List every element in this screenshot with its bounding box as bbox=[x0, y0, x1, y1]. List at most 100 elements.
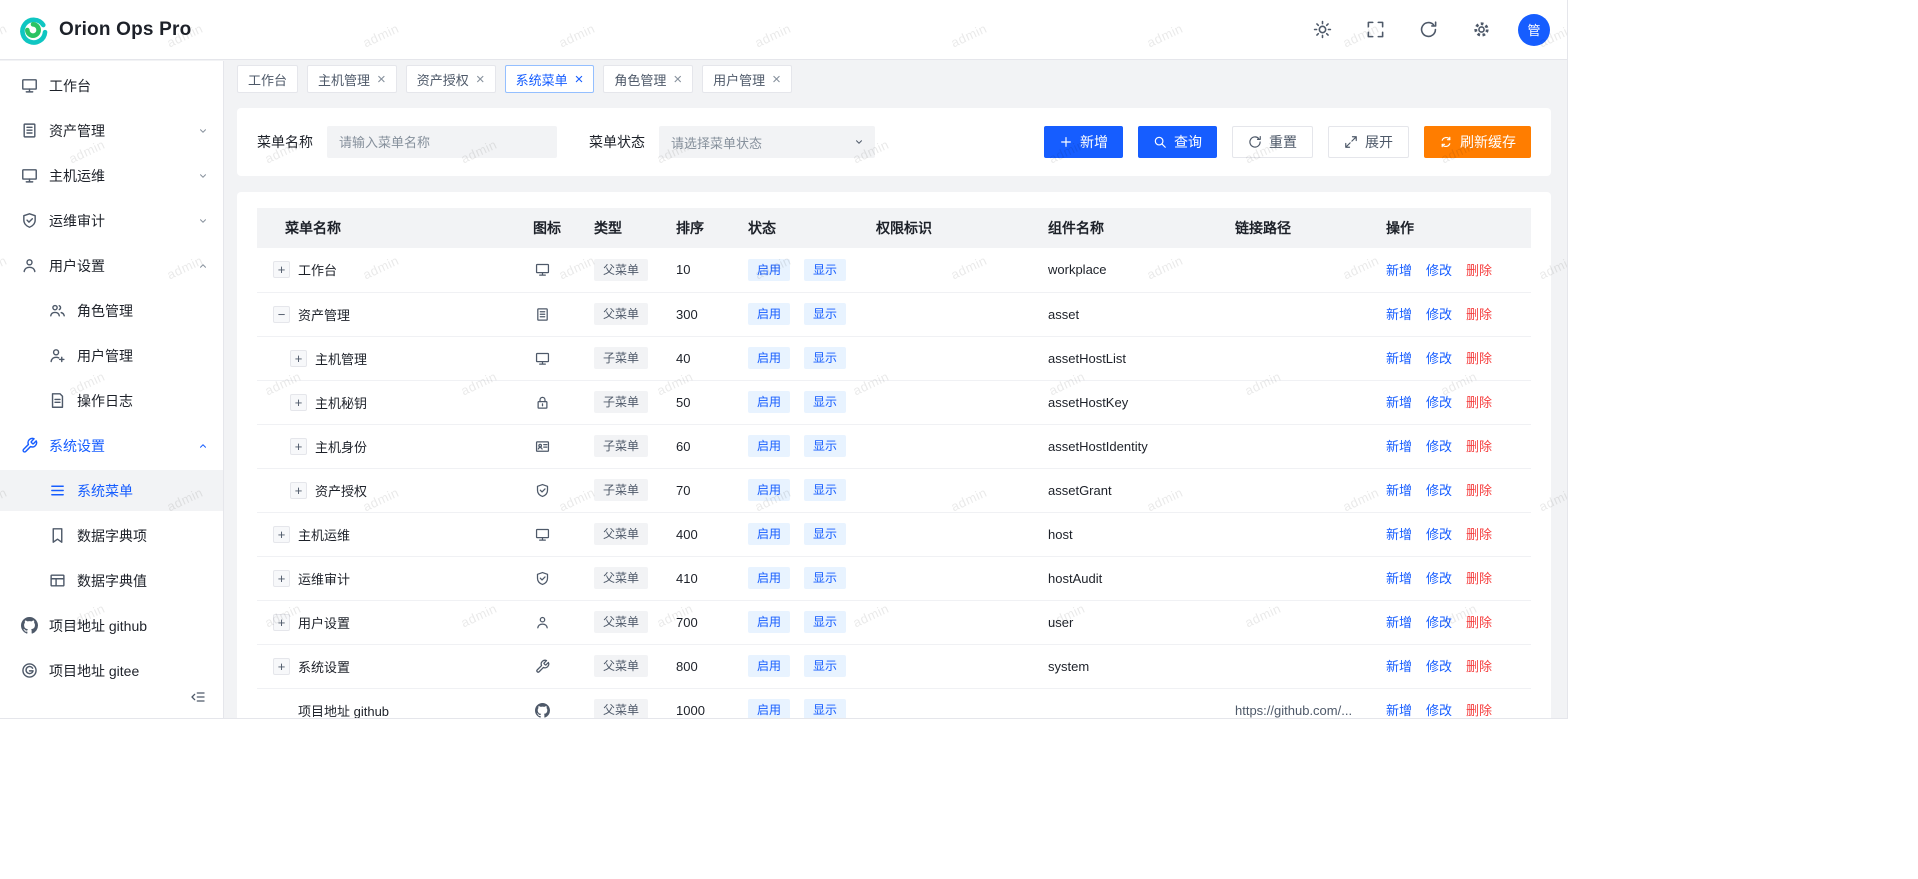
sidebar-item-gitee-link[interactable]: 项目地址 gitee bbox=[0, 650, 223, 691]
row-delete-link[interactable]: 删除 bbox=[1466, 659, 1492, 674]
row-add-link[interactable]: 新增 bbox=[1386, 571, 1412, 586]
row-collapse-toggle[interactable]: − bbox=[273, 306, 290, 323]
row-expand-toggle[interactable]: + bbox=[273, 526, 290, 543]
menu-name-input[interactable] bbox=[327, 126, 557, 158]
table-row-asset-grant: +资产授权子菜单70启用显示assetGrant新增修改删除 bbox=[257, 468, 1531, 512]
row-add-link[interactable]: 新增 bbox=[1386, 703, 1412, 718]
column-header-menu-name: 菜单名称 bbox=[257, 208, 533, 248]
tab-system-menu[interactable]: 系统菜单 × bbox=[505, 65, 595, 93]
search-icon bbox=[1153, 135, 1167, 149]
row-edit-link[interactable]: 修改 bbox=[1426, 307, 1452, 322]
tab-user-management[interactable]: 用户管理× bbox=[702, 65, 792, 93]
row-expand-toggle[interactable]: + bbox=[290, 438, 307, 455]
tab-role-management[interactable]: 角色管理× bbox=[603, 65, 693, 93]
menu-status-select[interactable]: 请选择菜单状态 bbox=[659, 126, 875, 158]
sidebar-item-github-link[interactable]: 项目地址 github bbox=[0, 605, 223, 646]
tab-workbench[interactable]: 工作台 bbox=[237, 65, 298, 93]
sidebar-item-asset-management[interactable]: 资产管理 bbox=[0, 110, 223, 151]
tab-close-icon[interactable]: × bbox=[476, 72, 485, 87]
gear-icon bbox=[1472, 20, 1491, 39]
row-add-link[interactable]: 新增 bbox=[1386, 263, 1412, 278]
sidebar-item-operation-log[interactable]: 操作日志 bbox=[0, 380, 223, 421]
sidebar-item-dict-value[interactable]: 数据字典值 bbox=[0, 560, 223, 601]
row-expand-toggle[interactable]: + bbox=[290, 482, 307, 499]
sidebar-collapse-button[interactable] bbox=[189, 689, 207, 707]
reset-button[interactable]: 重置 bbox=[1232, 126, 1313, 158]
row-delete-link[interactable]: 删除 bbox=[1466, 703, 1492, 718]
row-delete-link[interactable]: 删除 bbox=[1466, 307, 1492, 322]
add-button[interactable]: 新增 bbox=[1044, 126, 1123, 158]
row-edit-link[interactable]: 修改 bbox=[1426, 659, 1452, 674]
status-tag: 启用 bbox=[748, 655, 790, 677]
avatar[interactable]: 管 bbox=[1518, 14, 1550, 46]
row-expand-toggle[interactable]: + bbox=[273, 658, 290, 675]
sidebar-item-workbench[interactable]: 工作台 bbox=[0, 65, 223, 106]
link-path-cell bbox=[1235, 556, 1386, 600]
sidebar-item-dict-key[interactable]: 数据字典项 bbox=[0, 515, 223, 556]
row-delete-link[interactable]: 删除 bbox=[1466, 351, 1492, 366]
menu-fold-icon bbox=[190, 689, 206, 705]
component-cell: system bbox=[1048, 644, 1235, 688]
tab-close-icon[interactable]: × bbox=[673, 72, 682, 87]
row-add-link[interactable]: 新增 bbox=[1386, 659, 1412, 674]
row-edit-link[interactable]: 修改 bbox=[1426, 703, 1452, 718]
fullscreen-button[interactable] bbox=[1359, 14, 1391, 46]
order-cell: 400 bbox=[676, 512, 748, 556]
component-cell: hostAudit bbox=[1048, 556, 1235, 600]
sidebar-item-system-menu[interactable]: 系统菜单 bbox=[0, 470, 223, 511]
row-add-link[interactable]: 新增 bbox=[1386, 395, 1412, 410]
theme-toggle-button[interactable] bbox=[1306, 14, 1338, 46]
search-button[interactable]: 查询 bbox=[1138, 126, 1217, 158]
sidebar-item-user-settings[interactable]: 用户设置 bbox=[0, 245, 223, 286]
tab-label: 系统菜单 bbox=[516, 70, 568, 89]
row-edit-link[interactable]: 修改 bbox=[1426, 615, 1452, 630]
sidebar-item-system-settings[interactable]: 系统设置 bbox=[0, 425, 223, 466]
sidebar-item-role-management[interactable]: 角色管理 bbox=[0, 290, 223, 331]
row-edit-link[interactable]: 修改 bbox=[1426, 571, 1452, 586]
table-row-host-audit: +运维审计父菜单410启用显示hostAudit新增修改删除 bbox=[257, 556, 1531, 600]
visible-tag: 显示 bbox=[804, 479, 846, 501]
row-edit-link[interactable]: 修改 bbox=[1426, 483, 1452, 498]
tab-close-icon[interactable]: × bbox=[575, 72, 584, 87]
row-add-link[interactable]: 新增 bbox=[1386, 351, 1412, 366]
row-delete-link[interactable]: 删除 bbox=[1466, 527, 1492, 542]
row-edit-link[interactable]: 修改 bbox=[1426, 527, 1452, 542]
row-add-link[interactable]: 新增 bbox=[1386, 615, 1412, 630]
sidebar-item-label: 数据字典值 bbox=[77, 571, 147, 591]
row-add-link[interactable]: 新增 bbox=[1386, 483, 1412, 498]
settings-button[interactable] bbox=[1465, 14, 1497, 46]
row-edit-link[interactable]: 修改 bbox=[1426, 439, 1452, 454]
row-add-link[interactable]: 新增 bbox=[1386, 527, 1412, 542]
row-delete-link[interactable]: 删除 bbox=[1466, 439, 1492, 454]
row-add-link[interactable]: 新增 bbox=[1386, 307, 1412, 322]
row-expand-toggle[interactable]: + bbox=[273, 261, 290, 278]
refresh-cache-button[interactable]: 刷新缓存 bbox=[1424, 126, 1531, 158]
sidebar-item-host-ops[interactable]: 主机运维 bbox=[0, 155, 223, 196]
order-cell: 10 bbox=[676, 248, 748, 292]
table-row-github: 项目地址 github父菜单1000启用显示https://github.com… bbox=[257, 688, 1531, 719]
tab-close-icon[interactable]: × bbox=[377, 72, 386, 87]
row-expand-toggle[interactable]: + bbox=[273, 570, 290, 587]
row-delete-link[interactable]: 删除 bbox=[1466, 263, 1492, 278]
row-delete-link[interactable]: 删除 bbox=[1466, 483, 1492, 498]
status-tag: 启用 bbox=[748, 479, 790, 501]
tab-host-management[interactable]: 主机管理× bbox=[307, 65, 397, 93]
expand-button-label: 展开 bbox=[1365, 132, 1393, 152]
row-add-link[interactable]: 新增 bbox=[1386, 439, 1412, 454]
row-edit-link[interactable]: 修改 bbox=[1426, 351, 1452, 366]
sidebar-item-user-management[interactable]: 用户管理 bbox=[0, 335, 223, 376]
permission-cell bbox=[876, 600, 1048, 644]
sidebar-item-ops-audit[interactable]: 运维审计 bbox=[0, 200, 223, 241]
row-delete-link[interactable]: 删除 bbox=[1466, 571, 1492, 586]
row-edit-link[interactable]: 修改 bbox=[1426, 263, 1452, 278]
tab-asset-grant[interactable]: 资产授权× bbox=[406, 65, 496, 93]
row-delete-link[interactable]: 删除 bbox=[1466, 615, 1492, 630]
row-expand-toggle[interactable]: + bbox=[290, 350, 307, 367]
row-delete-link[interactable]: 删除 bbox=[1466, 395, 1492, 410]
row-expand-toggle[interactable]: + bbox=[273, 614, 290, 631]
row-edit-link[interactable]: 修改 bbox=[1426, 395, 1452, 410]
tab-close-icon[interactable]: × bbox=[772, 72, 781, 87]
refresh-button[interactable] bbox=[1412, 14, 1444, 46]
row-expand-toggle[interactable]: + bbox=[290, 394, 307, 411]
expand-button[interactable]: 展开 bbox=[1328, 126, 1409, 158]
